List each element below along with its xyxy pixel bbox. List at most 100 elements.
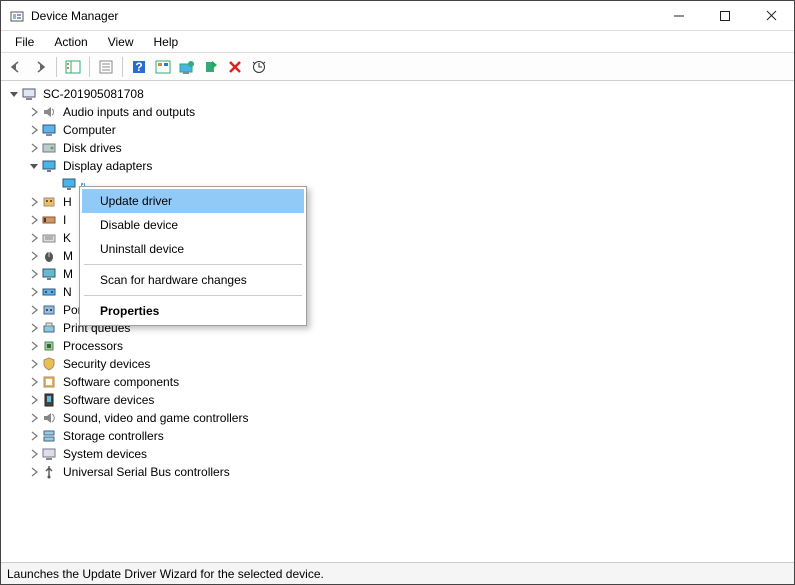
cpu-icon [41, 338, 57, 354]
caret-right-icon[interactable] [27, 195, 41, 209]
tree-root-node[interactable]: SC-201905081708 [5, 85, 794, 103]
maximize-button[interactable] [702, 1, 748, 30]
tree-node[interactable]: Processors [25, 337, 794, 355]
tree-node-label [81, 183, 85, 185]
display-icon [61, 176, 77, 192]
tree-node-label: Security devices [61, 357, 152, 371]
action-center-button[interactable] [152, 56, 174, 78]
network-icon [41, 284, 57, 300]
caret-none [47, 177, 61, 191]
caret-right-icon[interactable] [27, 465, 41, 479]
swcomp-icon [41, 374, 57, 390]
tree-node-label: Display adapters [61, 159, 154, 173]
back-button[interactable] [5, 56, 27, 78]
enable-device-button[interactable] [200, 56, 222, 78]
titlebar[interactable]: Device Manager [1, 1, 794, 31]
tree-node[interactable]: Software devices [25, 391, 794, 409]
tree-root-label: SC-201905081708 [41, 87, 146, 101]
menu-help[interactable]: Help [144, 33, 189, 51]
caret-right-icon[interactable] [27, 303, 41, 317]
caret-right-icon[interactable] [27, 429, 41, 443]
caret-right-icon[interactable] [27, 141, 41, 155]
caret-right-icon[interactable] [27, 375, 41, 389]
menu-action[interactable]: Action [44, 33, 97, 51]
help-button[interactable]: ? [128, 56, 150, 78]
menu-view[interactable]: View [98, 33, 144, 51]
hid-icon [41, 194, 57, 210]
ide-icon [41, 212, 57, 228]
close-button[interactable] [748, 1, 794, 30]
caret-right-icon[interactable] [27, 393, 41, 407]
context-menu-item[interactable]: Uninstall device [82, 237, 304, 261]
context-menu: Update driverDisable deviceUninstall dev… [79, 186, 307, 326]
caption-buttons [656, 1, 794, 30]
caret-down-icon[interactable] [27, 159, 41, 173]
tree-node-label: Computer [61, 123, 118, 137]
scan-hardware-button[interactable] [248, 56, 270, 78]
tree-node[interactable]: Sound, video and game controllers [25, 409, 794, 427]
caret-right-icon[interactable] [27, 285, 41, 299]
context-menu-item[interactable]: Update driver [82, 189, 304, 213]
tree-node-label: Software components [61, 375, 181, 389]
context-menu-item[interactable]: Scan for hardware changes [82, 268, 304, 292]
swdev-icon [41, 392, 57, 408]
tree-node-label: H [61, 195, 74, 209]
toolbar-separator [89, 57, 90, 77]
tree-node-label: Universal Serial Bus controllers [61, 465, 232, 479]
tree-node[interactable]: Software components [25, 373, 794, 391]
tree-node[interactable]: Security devices [25, 355, 794, 373]
tree-node[interactable]: Universal Serial Bus controllers [25, 463, 794, 481]
monitor-icon [41, 266, 57, 282]
tree-node-label: Sound, video and game controllers [61, 411, 250, 425]
display-icon [41, 158, 57, 174]
show-hide-tree-button[interactable] [62, 56, 84, 78]
caret-right-icon[interactable] [27, 213, 41, 227]
tree-node[interactable]: Storage controllers [25, 427, 794, 445]
context-menu-item[interactable]: Properties [82, 299, 304, 323]
caret-right-icon[interactable] [27, 249, 41, 263]
tree-node-label: K [61, 231, 73, 245]
tree-node[interactable]: Disk drives [25, 139, 794, 157]
storage-icon [41, 428, 57, 444]
toolbar: ? [1, 53, 794, 81]
context-menu-separator [84, 264, 302, 265]
caret-right-icon[interactable] [27, 231, 41, 245]
tree-node-label: Software devices [61, 393, 156, 407]
system-icon [41, 446, 57, 462]
caret-right-icon[interactable] [27, 321, 41, 335]
audio-icon [41, 104, 57, 120]
caret-right-icon[interactable] [27, 357, 41, 371]
menu-file[interactable]: File [5, 33, 44, 51]
update-driver-button[interactable] [176, 56, 198, 78]
status-bar: Launches the Update Driver Wizard for th… [1, 562, 794, 584]
toolbar-separator [122, 57, 123, 77]
context-menu-item[interactable]: Disable device [82, 213, 304, 237]
usb-icon [41, 464, 57, 480]
sound-icon [41, 410, 57, 426]
status-text: Launches the Update Driver Wizard for th… [7, 567, 324, 581]
caret-right-icon[interactable] [27, 123, 41, 137]
forward-button[interactable] [29, 56, 51, 78]
tree-node[interactable]: System devices [25, 445, 794, 463]
toolbar-separator [56, 57, 57, 77]
tree-node-label: N [61, 285, 74, 299]
menu-bar: File Action View Help [1, 31, 794, 53]
properties-button[interactable] [95, 56, 117, 78]
tree-node[interactable]: Audio inputs and outputs [25, 103, 794, 121]
caret-right-icon[interactable] [27, 267, 41, 281]
tree-node[interactable]: Display adapters [25, 157, 794, 175]
uninstall-device-button[interactable] [224, 56, 246, 78]
tree-node-label: I [61, 213, 68, 227]
computer-root-icon [21, 86, 37, 102]
app-icon [9, 8, 25, 24]
caret-right-icon[interactable] [27, 447, 41, 461]
tree-node-label: Audio inputs and outputs [61, 105, 197, 119]
caret-down-icon[interactable] [7, 87, 21, 101]
tree-node-label: M [61, 249, 75, 263]
caret-right-icon[interactable] [27, 339, 41, 353]
caret-right-icon[interactable] [27, 105, 41, 119]
window-title: Device Manager [31, 9, 656, 23]
caret-right-icon[interactable] [27, 411, 41, 425]
tree-node[interactable]: Computer [25, 121, 794, 139]
minimize-button[interactable] [656, 1, 702, 30]
